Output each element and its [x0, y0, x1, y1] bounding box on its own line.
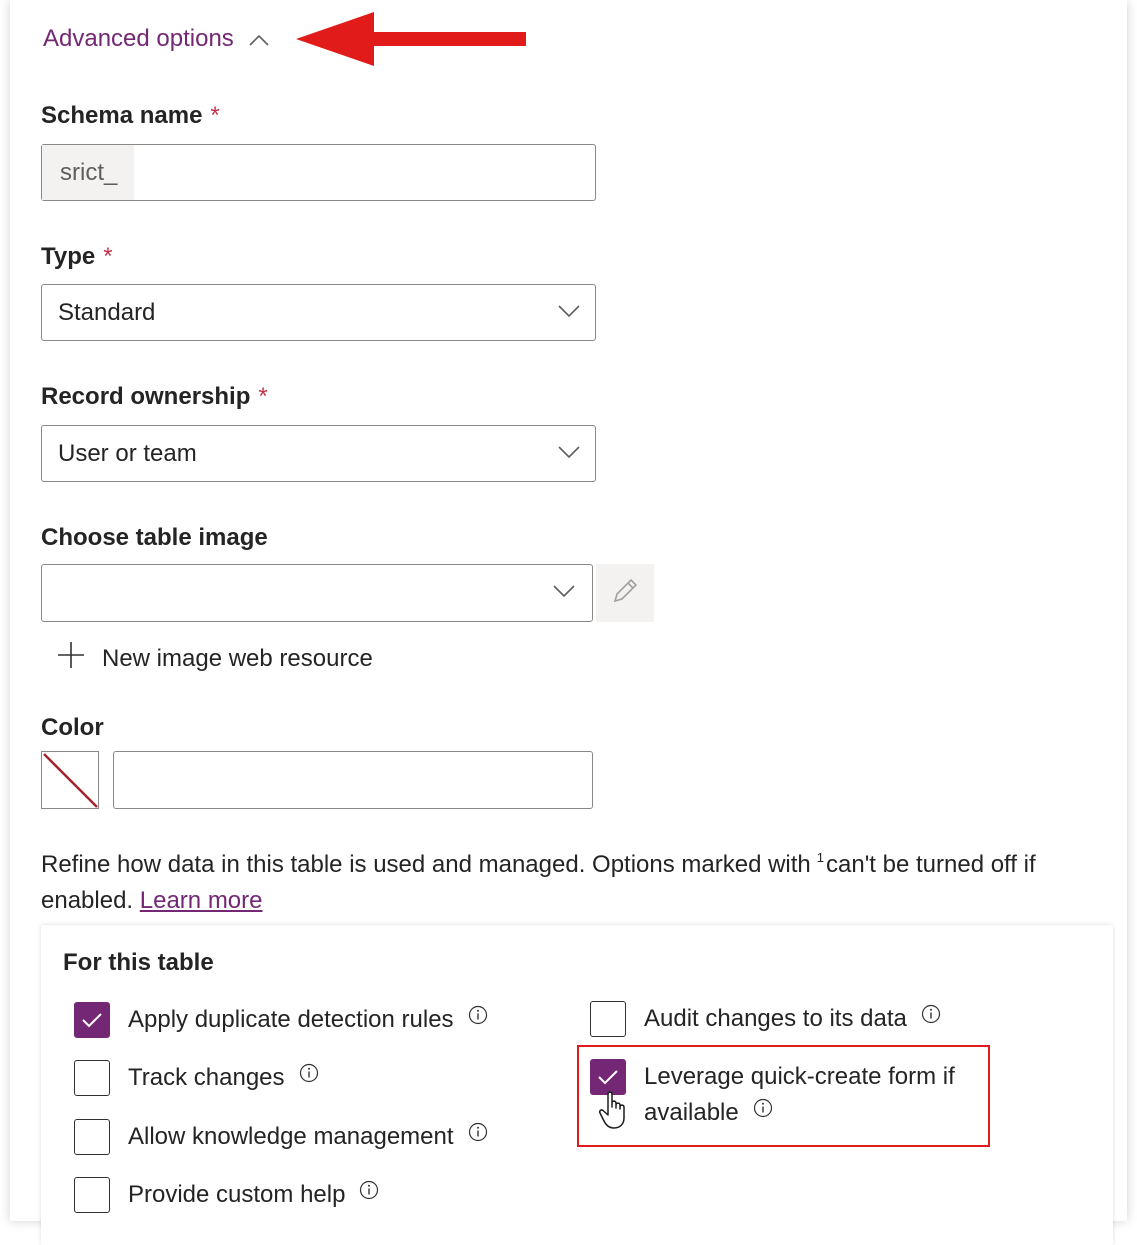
chevron-down-icon [557, 303, 581, 324]
hand-pointer-icon [598, 1090, 632, 1135]
option-label: Allow knowledge management [128, 1123, 454, 1150]
pencil-icon [610, 576, 640, 611]
info-icon[interactable] [299, 1058, 319, 1094]
required-marker: * [258, 383, 268, 410]
color-input[interactable] [113, 751, 593, 809]
checkbox-unchecked[interactable] [590, 1001, 626, 1037]
option-allow-knowledge-management[interactable]: Allow knowledge management [74, 1119, 488, 1155]
for-this-table-title: For this table [63, 949, 214, 976]
no-color-icon [43, 753, 98, 808]
checkbox-unchecked[interactable] [74, 1177, 110, 1213]
chevron-down-icon [557, 444, 581, 465]
annotation-highlight-box [577, 1045, 990, 1147]
option-label: Apply duplicate detection rules [128, 1006, 454, 1033]
checkbox-checked[interactable] [74, 1002, 110, 1038]
advanced-options-toggle[interactable]: Advanced options [43, 24, 270, 54]
type-label-text: Type [41, 243, 96, 270]
learn-more-link[interactable]: Learn more [140, 887, 263, 914]
new-image-web-resource-button[interactable]: New image web resource [56, 640, 373, 677]
option-audit-changes[interactable]: Audit changes to its data [590, 1001, 941, 1037]
record-ownership-label-text: Record ownership [41, 383, 251, 410]
checkbox-unchecked[interactable] [74, 1119, 110, 1155]
table-image-dropdown[interactable] [41, 564, 593, 622]
schema-prefix: srict_ [42, 145, 134, 200]
description-text: Refine how data in this table is used an… [41, 840, 1111, 919]
footnote-marker: 1 [816, 850, 825, 865]
required-marker: * [103, 243, 113, 270]
edit-image-button[interactable] [596, 564, 654, 622]
plus-icon [56, 640, 86, 677]
type-label: Type * [41, 243, 113, 271]
record-ownership-dropdown[interactable]: User or team [41, 425, 596, 482]
option-apply-duplicate-detection[interactable]: Apply duplicate detection rules [74, 1002, 488, 1038]
type-value: Standard [58, 298, 156, 326]
schema-name-label: Schema name * [41, 102, 220, 130]
checkmark-icon [82, 1013, 102, 1028]
option-label: Audit changes to its data [644, 1005, 907, 1032]
option-label: Provide custom help [128, 1181, 346, 1208]
info-icon[interactable] [359, 1175, 379, 1211]
type-dropdown[interactable]: Standard [41, 284, 596, 341]
table-image-label: Choose table image [41, 524, 268, 551]
info-icon[interactable] [921, 999, 941, 1035]
color-label: Color [41, 714, 104, 741]
chevron-up-icon [248, 26, 270, 54]
new-image-web-resource-label: New image web resource [102, 644, 373, 672]
annotation-arrow [296, 12, 528, 71]
info-icon[interactable] [468, 1000, 488, 1036]
option-label: Track changes [128, 1064, 285, 1091]
color-swatch[interactable] [41, 751, 99, 809]
schema-name-field[interactable]: srict_ [41, 144, 596, 201]
record-ownership-value: User or team [58, 439, 197, 467]
description-text-before: Refine how data in this table is used an… [41, 851, 811, 878]
schema-name-label-text: Schema name [41, 102, 203, 129]
option-track-changes[interactable]: Track changes [74, 1060, 319, 1096]
info-icon[interactable] [468, 1117, 488, 1153]
advanced-options-label: Advanced options [43, 25, 234, 52]
chevron-down-icon [552, 583, 576, 604]
checkbox-unchecked[interactable] [74, 1060, 110, 1096]
option-provide-custom-help[interactable]: Provide custom help [74, 1177, 379, 1213]
record-ownership-label: Record ownership * [41, 383, 268, 411]
required-marker: * [210, 102, 220, 129]
